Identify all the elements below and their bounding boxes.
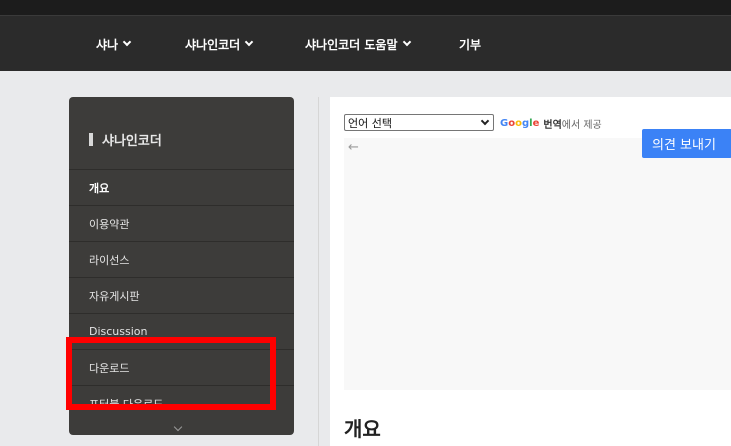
provided-by-text: 에서 제공 [561,120,602,131]
sidebar-list: 개요 이용약관 라이선스 자유게시판 Discussion 다운로드 포터블 다… [69,169,294,421]
chevron-down-icon [122,37,132,47]
nav-item-help[interactable]: 샤나인코더 도움말 [305,16,411,72]
chevron-down-icon [402,37,411,47]
sidebar-item-license[interactable]: 라이선스 [69,241,294,277]
language-select[interactable]: 언어 선택 [344,114,494,131]
nav-item-label: 샤나인코더 도움말 [305,37,398,52]
nav-item-label: 샤나인코더 [185,37,241,52]
feedback-button[interactable]: 의견 보내기 [642,129,731,158]
sidebar-item-discussion[interactable]: Discussion [69,313,294,349]
main-content: 언어 선택 Google 번역 에서 제공 ← 의견 보내기 개요 [330,97,731,446]
sidebar-title-text: 샤나인코더 [102,134,162,149]
page-heading: 개요 [344,417,381,441]
content-divider [318,97,319,446]
nav-item-donate[interactable]: 기부 [459,16,481,72]
sidebar-title: 샤나인코더 [89,130,162,149]
google-logo[interactable]: Google [500,118,539,129]
title-bar-icon [89,133,93,146]
language-select-value: 언어 선택 [348,116,392,130]
translate-word: 번역 [543,120,562,131]
sidebar: 샤나인코더 개요 이용약관 라이선스 자유게시판 Discussion 다운로드… [69,97,294,435]
nav-item-label: 기부 [459,37,482,52]
chevron-down-icon [244,37,254,47]
nav-item-shanaencoder[interactable]: 샤나인코더 [185,16,254,72]
sidebar-item-board[interactable]: 자유게시판 [69,277,294,313]
google-translate-attribution: Google 번역 에서 제공 [500,116,602,131]
nav-item-shana[interactable]: 샤나 [96,16,132,72]
back-arrow-icon[interactable]: ← [348,140,359,155]
top-navbar: 샤나 샤나인코더 샤나인코더 도움말 기부 [0,15,731,71]
chevron-down-icon [480,116,490,126]
sidebar-item-portable-download[interactable]: 포터블 다운로드 [69,385,294,421]
embedded-frame: ← [344,138,731,390]
sidebar-item-download[interactable]: 다운로드 [69,349,294,385]
top-strip [0,0,731,15]
nav-item-label: 샤나 [96,37,119,52]
sidebar-item-overview[interactable]: 개요 [69,169,294,205]
sidebar-item-terms[interactable]: 이용약관 [69,205,294,241]
